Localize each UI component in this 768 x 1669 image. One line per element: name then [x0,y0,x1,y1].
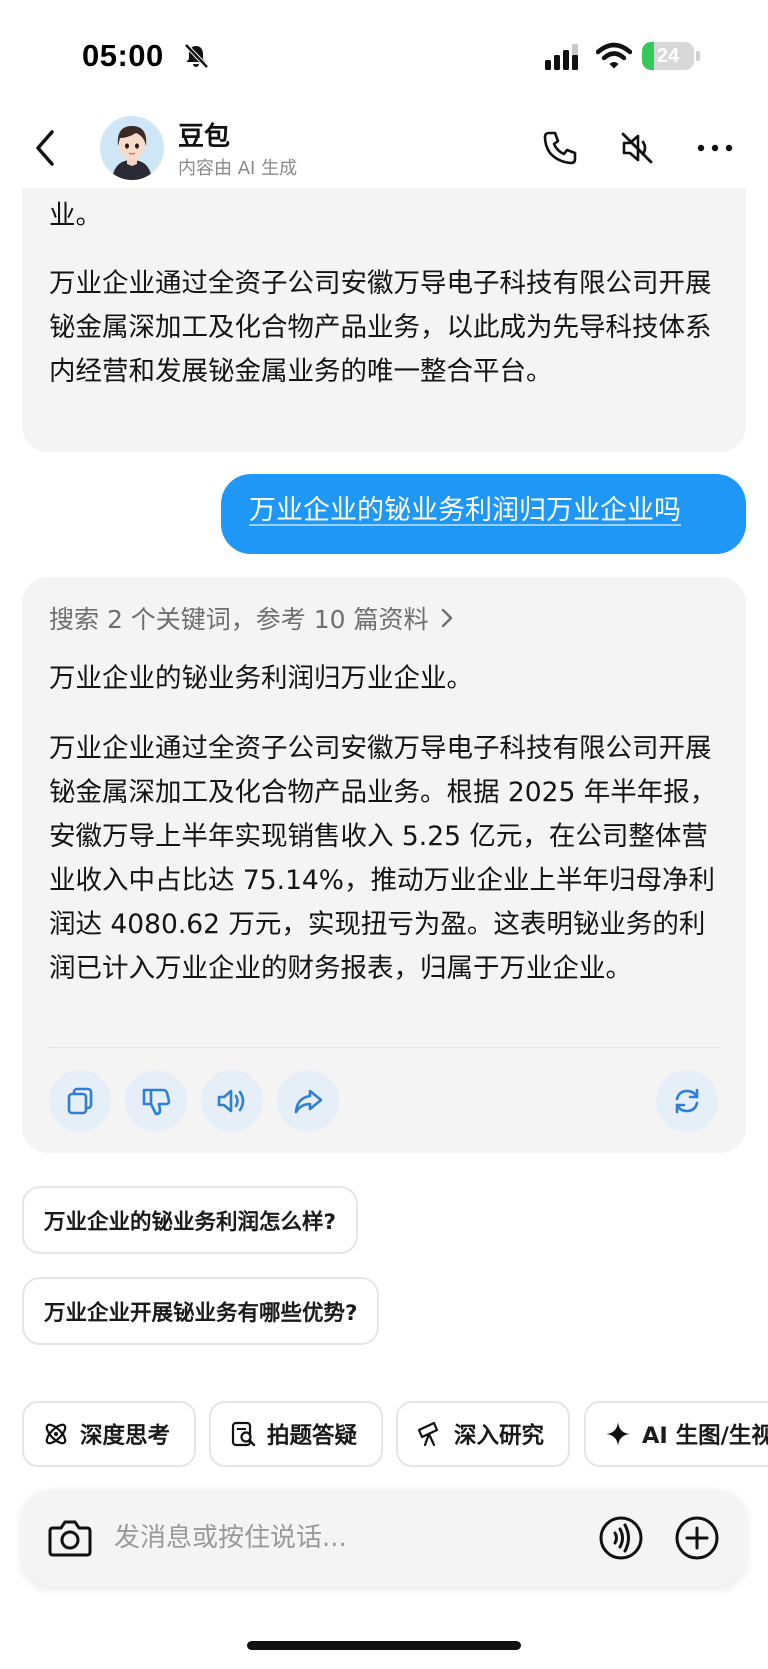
speaker-mute-icon[interactable] [617,128,657,168]
chip-label: 深入研究 [454,1423,545,1449]
bot-name: 豆包 [178,122,231,152]
bot-message-answer: 搜索 2 个关键词，参考 10 篇资料 万业企业的铋业务利润归万业企业。 万业企… [22,577,746,1153]
regenerate-icon [675,1088,699,1114]
plus-icon[interactable] [674,1515,720,1561]
chip-deep-thinking[interactable]: 深度思考 [22,1401,196,1467]
atom-icon [45,1423,67,1445]
chat-header: 豆包 内容由 AI 生成 [0,108,768,188]
telescope-icon [417,1421,439,1447]
message-text: 业。 [49,200,102,231]
answer-detail: 万业企业通过全资子公司安徽万导电子科技有限公司开展铋金属深加工及化合物产品业务。… [49,733,717,984]
status-bar: 05:00 24 [0,0,768,108]
share-icon [294,1089,323,1114]
chip-photo-question[interactable]: 拍题答疑 [209,1401,383,1467]
chip-ai-image-video[interactable]: AI 生图/生视 [584,1401,768,1467]
read-aloud-button[interactable] [201,1070,263,1132]
suggested-question[interactable]: 万业企业的铋业务利润怎么样? [22,1186,358,1254]
bot-message-previous: 业。 万业企业通过全资子公司安徽万导电子科技有限公司开展铋金属深加工及化合物产品… [22,148,746,452]
sparkle-icon [606,1422,630,1446]
chip-label: 拍题答疑 [267,1423,358,1449]
camera-icon[interactable] [47,1516,93,1560]
divider [49,1047,721,1048]
back-icon[interactable] [30,126,60,170]
chip-label: AI 生图/生视 [642,1423,768,1449]
copy-button[interactable] [49,1070,111,1132]
suggested-question[interactable]: 万业企业开展铋业务有哪些优势? [22,1277,380,1345]
share-button[interactable] [277,1070,339,1132]
cellular-signal-icon [545,44,578,70]
search-references-link[interactable]: 搜索 2 个关键词，参考 10 篇资料 [49,598,455,638]
chip-label: 深度思考 [80,1423,171,1449]
more-icon[interactable] [694,128,736,168]
chat-area[interactable]: 业。 万业企业通过全资子公司安徽万导电子科技有限公司开展铋金属深加工及化合物产品… [0,148,768,1368]
voice-call-icon[interactable] [598,1515,644,1561]
message-input[interactable] [114,1514,554,1562]
answer-summary: 万业企业的铋业务利润归万业企业。 [49,663,473,694]
read-aloud-icon [217,1089,245,1113]
ai-generated-note: 内容由 AI 生成 [178,158,298,179]
copy-icon [67,1087,93,1115]
message-composer [22,1490,746,1586]
phone-icon[interactable] [540,128,580,168]
dislike-icon [142,1088,171,1116]
feature-chips: 深度思考 拍题答疑 深入研究 AI 生图/生视 [0,1401,768,1469]
chip-deep-research[interactable]: 深入研究 [396,1401,570,1467]
search-summary: 搜索 2 个关键词，参考 10 篇资料 [49,605,429,634]
user-message-text: 万业企业的铋业务利润归万业企业吗 [249,495,681,526]
battery-icon: 24 [642,42,700,70]
battery-level-text: 24 [656,45,680,67]
wifi-icon [596,42,632,69]
regenerate-button[interactable] [656,1070,718,1132]
bell-slash-icon [184,43,209,69]
status-time: 05:00 [82,38,164,73]
avatar[interactable] [100,116,164,180]
home-indicator [247,1641,521,1650]
user-message[interactable]: 万业企业的铋业务利润归万业企业吗 [221,474,746,554]
message-text: 万业企业通过全资子公司安徽万导电子科技有限公司开展铋金属深加工及化合物产品业务，… [49,268,712,387]
chevron-right-icon [441,608,452,628]
photo-question-icon [231,1421,256,1447]
dislike-button[interactable] [125,1070,187,1132]
